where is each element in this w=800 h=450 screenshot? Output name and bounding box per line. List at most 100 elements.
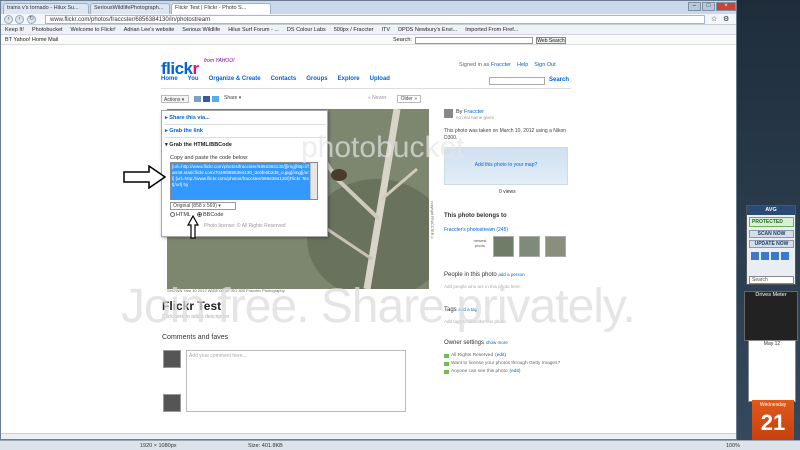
nav-contacts[interactable]: Contacts: [271, 76, 297, 82]
tab-seriouswildlife[interactable]: SeriousWildlifePhotograph...: [90, 3, 170, 14]
comment-textarea[interactable]: Add your comment here...: [186, 350, 406, 412]
nav-home[interactable]: Home: [161, 76, 178, 82]
newer-link[interactable]: « Newer: [368, 95, 387, 103]
avg-protected-status: PROTECTED: [749, 217, 794, 227]
owner-settings-heading: Owner settings show more: [444, 340, 508, 346]
grab-link-link[interactable]: ▸ Grab the link: [165, 128, 203, 134]
calendar-month: May 12: [763, 341, 781, 347]
back-icon[interactable]: ‹: [4, 15, 13, 24]
tab-strip: trains v's tornado - Hilux Su... Serious…: [1, 1, 736, 14]
bookmark-item[interactable]: Adrian Lee's website: [124, 27, 175, 33]
permission-row: All Rights Reserved (edit): [444, 353, 506, 358]
view-count: 0 views: [499, 189, 516, 195]
header-divider: [161, 88, 571, 89]
minimize-button[interactable]: –: [688, 2, 701, 11]
bookmark-item[interactable]: Imported From Firef...: [465, 27, 518, 33]
flickr-search-input[interactable]: [489, 77, 545, 85]
web-search-button[interactable]: Web Search: [536, 37, 566, 44]
size-select[interactable]: Original (858 x 569) ▾: [170, 202, 236, 210]
photostream-link[interactable]: Fraccter's photostream (245): [444, 227, 508, 233]
bookmark-item[interactable]: Welcome to Flickr!: [71, 27, 116, 33]
photostream-thumb[interactable]: [545, 236, 566, 257]
photostream-thumb[interactable]: [493, 236, 514, 257]
bookmark-item[interactable]: DPDS Newbury's Envi...: [398, 27, 457, 33]
signout-link[interactable]: Sign Out: [534, 62, 555, 68]
nav-groups[interactable]: Groups: [306, 76, 327, 82]
share-via-link[interactable]: ▸ Share this via...: [165, 115, 210, 121]
photobucket-watermark-logo: photobucket: [301, 131, 465, 164]
date-gadget: Wednesday 21: [752, 400, 794, 440]
bookmark-item[interactable]: Keep It!: [5, 27, 24, 33]
url-input[interactable]: www.flickr.com/photos/fraccster/68563841…: [45, 15, 705, 24]
right-arrow-annotation-icon: [123, 165, 167, 189]
selected-code: [url=http://www.flickr.com/photos/fraccs…: [171, 163, 311, 199]
copy-instructions: Copy and paste the code below:: [170, 155, 249, 161]
nav-explore[interactable]: Explore: [338, 76, 360, 82]
close-button[interactable]: ×: [716, 2, 736, 11]
photo-license: Photo license: © All Rights Reserved: [204, 223, 286, 229]
horizontal-scrollbar[interactable]: [1, 433, 736, 439]
maximize-button[interactable]: □: [702, 2, 715, 11]
photostream-thumb[interactable]: [519, 236, 540, 257]
avg-icon-row: [751, 252, 789, 260]
help-link[interactable]: Help: [517, 62, 528, 68]
drives-meter-gadget: Drives Meter: [744, 291, 798, 341]
yahoo-search-input[interactable]: [415, 37, 533, 44]
textarea-scrollbar[interactable]: [310, 163, 317, 199]
browser-window: trains v's tornado - Hilux Su... Serious…: [0, 0, 737, 440]
older-button[interactable]: Older »: [396, 95, 422, 103]
window-controls: – □ ×: [688, 2, 736, 11]
avg-search-input[interactable]: Search: [749, 276, 794, 284]
app-icon[interactable]: [751, 252, 759, 260]
grab-html-heading[interactable]: ▾ Grab the HTML/BBCode: [165, 142, 232, 148]
yahoo-links[interactable]: BT Yahoo! Home Mail: [1, 35, 736, 45]
nav-organize[interactable]: Organize & Create: [209, 76, 261, 82]
avg-scan-button[interactable]: SCAN NOW: [749, 230, 794, 238]
actions-dropdown[interactable]: Actions ▾: [161, 95, 189, 103]
share-dropdown[interactable]: Share ▾: [224, 95, 246, 103]
copyright-icon: [444, 353, 449, 358]
avatar: [163, 350, 181, 368]
twitter-icon[interactable]: [212, 96, 219, 102]
day-number: 21: [760, 410, 786, 435]
owner-avatar[interactable]: [444, 109, 453, 118]
comments-heading: Comments and faves: [162, 334, 229, 341]
tab-hilux[interactable]: trains v's tornado - Hilux Su...: [3, 3, 89, 14]
yahoo-search: Search: Web Search: [393, 37, 569, 45]
tab-flickr[interactable]: Flickr Test | Flickr - Photo S...: [171, 3, 271, 14]
wrench-icon[interactable]: ⚙: [723, 15, 729, 23]
embed-code-textarea[interactable]: [url=http://www.flickr.com/photos/fraccs…: [170, 162, 318, 200]
bookmark-item[interactable]: ITV: [382, 27, 391, 33]
app-icon[interactable]: [781, 252, 789, 260]
people-heading: People in this photo add a person: [444, 272, 525, 278]
avg-update-button[interactable]: UPDATE NOW: [749, 240, 794, 248]
bookmarks-bar: Keep It! Photobucket Welcome to Flickr! …: [1, 25, 736, 35]
address-bar-row: ‹ › ↻ www.flickr.com/photos/fraccster/68…: [1, 14, 736, 25]
bookmark-item[interactable]: 500px / Fraccter: [334, 27, 374, 33]
permission-row: Want to license your photos through Gett…: [444, 361, 560, 366]
nav-upload[interactable]: Upload: [370, 76, 390, 82]
newest-photo-label: newest photo: [473, 238, 487, 248]
bookmark-item[interactable]: Photobucket: [32, 27, 63, 33]
facebook-icon[interactable]: [203, 96, 210, 102]
permission-row: Anyone can see this photo (edit): [444, 369, 520, 374]
email-icon[interactable]: [194, 96, 201, 102]
drives-meter-title: Drives Meter: [755, 292, 787, 298]
divider: [164, 124, 326, 125]
bookmark-item[interactable]: Serious Wildlife: [182, 27, 220, 33]
photo-pagination: « Newer Older »: [368, 95, 422, 103]
bookmark-item[interactable]: DS Colour Labs: [287, 27, 326, 33]
avg-title: AVG: [747, 206, 795, 215]
yahoo-byline: from YAHOO!: [204, 58, 235, 64]
star-icon[interactable]: ☆: [711, 15, 717, 23]
image-size: Size: 401.8KB: [248, 443, 283, 449]
forward-icon[interactable]: ›: [15, 15, 24, 24]
nav-you[interactable]: You: [188, 76, 199, 82]
radio-circle-icon: [170, 212, 175, 218]
bbcode-radio[interactable]: BBCode: [196, 212, 223, 218]
flickr-search-button[interactable]: Search: [549, 77, 569, 83]
bookmark-item[interactable]: Hilux Surf Forum - ...: [228, 27, 279, 33]
app-icon[interactable]: [771, 252, 779, 260]
app-icon[interactable]: [761, 252, 769, 260]
reload-icon[interactable]: ↻: [27, 15, 36, 24]
